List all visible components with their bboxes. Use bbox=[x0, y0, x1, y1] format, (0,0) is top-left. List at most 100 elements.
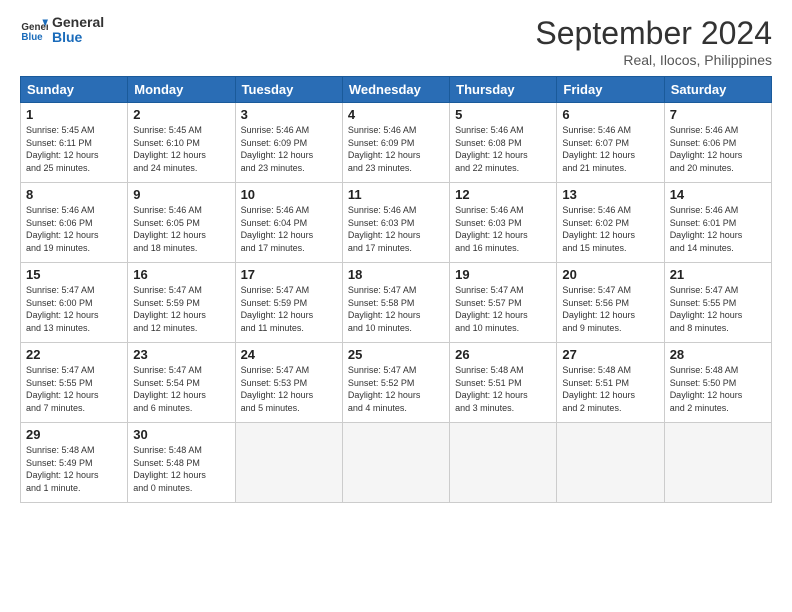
day-info: Sunrise: 5:46 AM Sunset: 6:03 PM Dayligh… bbox=[455, 204, 551, 254]
calendar-day-cell: 4 Sunrise: 5:46 AM Sunset: 6:09 PM Daylig… bbox=[342, 103, 449, 183]
calendar-day-cell: 20 Sunrise: 5:47 AM Sunset: 5:56 PM Dayli… bbox=[557, 263, 664, 343]
logo-icon: General Blue bbox=[20, 16, 48, 44]
calendar-day-cell: 22 Sunrise: 5:47 AM Sunset: 5:55 PM Dayli… bbox=[21, 343, 128, 423]
logo-general: General bbox=[52, 15, 104, 30]
day-number: 17 bbox=[241, 267, 337, 282]
calendar-day-cell: 28 Sunrise: 5:48 AM Sunset: 5:50 PM Dayli… bbox=[664, 343, 771, 423]
calendar-day-cell: 29Sunrise: 5:48 AM Sunset: 5:49 PM Dayli… bbox=[21, 423, 128, 503]
calendar-day-cell: 11 Sunrise: 5:46 AM Sunset: 6:03 PM Dayli… bbox=[342, 183, 449, 263]
day-info: Sunrise: 5:47 AM Sunset: 5:58 PM Dayligh… bbox=[348, 284, 444, 334]
day-info: Sunrise: 5:46 AM Sunset: 6:05 PM Dayligh… bbox=[133, 204, 229, 254]
calendar-day-cell bbox=[664, 423, 771, 503]
subtitle: Real, Ilocos, Philippines bbox=[535, 52, 772, 68]
day-number: 1 bbox=[26, 107, 122, 122]
day-number: 28 bbox=[670, 347, 766, 362]
day-number: 2 bbox=[133, 107, 229, 122]
day-number: 20 bbox=[562, 267, 658, 282]
day-number: 14 bbox=[670, 187, 766, 202]
day-number: 19 bbox=[455, 267, 551, 282]
day-number: 10 bbox=[241, 187, 337, 202]
day-info: Sunrise: 5:46 AM Sunset: 6:03 PM Dayligh… bbox=[348, 204, 444, 254]
weekday-header: Sunday bbox=[21, 77, 128, 103]
calendar-week-row: 22 Sunrise: 5:47 AM Sunset: 5:55 PM Dayli… bbox=[21, 343, 772, 423]
calendar-day-cell: 19 Sunrise: 5:47 AM Sunset: 5:57 PM Dayli… bbox=[450, 263, 557, 343]
logo-blue: Blue bbox=[52, 30, 104, 45]
day-number: 24 bbox=[241, 347, 337, 362]
day-number: 4 bbox=[348, 107, 444, 122]
calendar-day-cell: 21 Sunrise: 5:47 AM Sunset: 5:55 PM Dayli… bbox=[664, 263, 771, 343]
day-info: Sunrise: 5:47 AM Sunset: 5:54 PM Dayligh… bbox=[133, 364, 229, 414]
weekday-header: Monday bbox=[128, 77, 235, 103]
calendar-day-cell: 27 Sunrise: 5:48 AM Sunset: 5:51 PM Dayli… bbox=[557, 343, 664, 423]
calendar-day-cell: 23 Sunrise: 5:47 AM Sunset: 5:54 PM Dayli… bbox=[128, 343, 235, 423]
title-section: September 2024 Real, Ilocos, Philippines bbox=[535, 15, 772, 68]
calendar-day-cell bbox=[342, 423, 449, 503]
weekday-header: Thursday bbox=[450, 77, 557, 103]
day-number: 11 bbox=[348, 187, 444, 202]
day-info: Sunrise: 5:46 AM Sunset: 6:06 PM Dayligh… bbox=[670, 124, 766, 174]
day-info: Sunrise: 5:46 AM Sunset: 6:06 PM Dayligh… bbox=[26, 204, 122, 254]
calendar-day-cell: 5 Sunrise: 5:46 AM Sunset: 6:08 PM Daylig… bbox=[450, 103, 557, 183]
day-info: Sunrise: 5:47 AM Sunset: 5:53 PM Dayligh… bbox=[241, 364, 337, 414]
calendar-day-cell: 17 Sunrise: 5:47 AM Sunset: 5:59 PM Dayli… bbox=[235, 263, 342, 343]
day-info: Sunrise: 5:46 AM Sunset: 6:04 PM Dayligh… bbox=[241, 204, 337, 254]
day-number: 18 bbox=[348, 267, 444, 282]
day-info: Sunrise: 5:46 AM Sunset: 6:09 PM Dayligh… bbox=[348, 124, 444, 174]
day-info: Sunrise: 5:45 AM Sunset: 6:10 PM Dayligh… bbox=[133, 124, 229, 174]
day-info: Sunrise: 5:46 AM Sunset: 6:01 PM Dayligh… bbox=[670, 204, 766, 254]
calendar-day-cell: 1Sunrise: 5:45 AM Sunset: 6:11 PM Daylig… bbox=[21, 103, 128, 183]
day-info: Sunrise: 5:48 AM Sunset: 5:48 PM Dayligh… bbox=[133, 444, 229, 494]
calendar-day-cell: 30 Sunrise: 5:48 AM Sunset: 5:48 PM Dayli… bbox=[128, 423, 235, 503]
day-info: Sunrise: 5:48 AM Sunset: 5:49 PM Dayligh… bbox=[26, 444, 122, 494]
day-number: 25 bbox=[348, 347, 444, 362]
svg-text:Blue: Blue bbox=[21, 32, 43, 43]
day-info: Sunrise: 5:46 AM Sunset: 6:02 PM Dayligh… bbox=[562, 204, 658, 254]
day-number: 6 bbox=[562, 107, 658, 122]
calendar-day-cell bbox=[450, 423, 557, 503]
weekday-header: Wednesday bbox=[342, 77, 449, 103]
day-number: 21 bbox=[670, 267, 766, 282]
calendar-day-cell: 12Sunrise: 5:46 AM Sunset: 6:03 PM Dayli… bbox=[450, 183, 557, 263]
day-number: 30 bbox=[133, 427, 229, 442]
day-number: 9 bbox=[133, 187, 229, 202]
calendar-day-cell: 6 Sunrise: 5:46 AM Sunset: 6:07 PM Daylig… bbox=[557, 103, 664, 183]
calendar-day-cell: 3Sunrise: 5:46 AM Sunset: 6:09 PM Daylig… bbox=[235, 103, 342, 183]
calendar-day-cell: 26Sunrise: 5:48 AM Sunset: 5:51 PM Dayli… bbox=[450, 343, 557, 423]
day-info: Sunrise: 5:47 AM Sunset: 5:52 PM Dayligh… bbox=[348, 364, 444, 414]
logo: General Blue General Blue bbox=[20, 15, 104, 46]
day-info: Sunrise: 5:47 AM Sunset: 5:55 PM Dayligh… bbox=[670, 284, 766, 334]
day-number: 22 bbox=[26, 347, 122, 362]
day-info: Sunrise: 5:46 AM Sunset: 6:08 PM Dayligh… bbox=[455, 124, 551, 174]
day-number: 15 bbox=[26, 267, 122, 282]
day-number: 26 bbox=[455, 347, 551, 362]
calendar-week-row: 29Sunrise: 5:48 AM Sunset: 5:49 PM Dayli… bbox=[21, 423, 772, 503]
day-number: 8 bbox=[26, 187, 122, 202]
calendar-week-row: 15 Sunrise: 5:47 AM Sunset: 6:00 PM Dayli… bbox=[21, 263, 772, 343]
calendar-day-cell: 25 Sunrise: 5:47 AM Sunset: 5:52 PM Dayli… bbox=[342, 343, 449, 423]
day-info: Sunrise: 5:47 AM Sunset: 5:56 PM Dayligh… bbox=[562, 284, 658, 334]
calendar-day-cell: 18 Sunrise: 5:47 AM Sunset: 5:58 PM Dayli… bbox=[342, 263, 449, 343]
calendar-day-cell: 9 Sunrise: 5:46 AM Sunset: 6:05 PM Daylig… bbox=[128, 183, 235, 263]
calendar-table: SundayMondayTuesdayWednesdayThursdayFrid… bbox=[20, 76, 772, 503]
day-info: Sunrise: 5:47 AM Sunset: 5:57 PM Dayligh… bbox=[455, 284, 551, 334]
day-number: 13 bbox=[562, 187, 658, 202]
day-number: 3 bbox=[241, 107, 337, 122]
calendar-day-cell: 14 Sunrise: 5:46 AM Sunset: 6:01 PM Dayli… bbox=[664, 183, 771, 263]
day-info: Sunrise: 5:46 AM Sunset: 6:07 PM Dayligh… bbox=[562, 124, 658, 174]
day-info: Sunrise: 5:47 AM Sunset: 5:59 PM Dayligh… bbox=[241, 284, 337, 334]
day-info: Sunrise: 5:48 AM Sunset: 5:51 PM Dayligh… bbox=[562, 364, 658, 414]
calendar-day-cell: 8 Sunrise: 5:46 AM Sunset: 6:06 PM Daylig… bbox=[21, 183, 128, 263]
day-info: Sunrise: 5:47 AM Sunset: 6:00 PM Dayligh… bbox=[26, 284, 122, 334]
calendar-page: General Blue General Blue September 2024… bbox=[0, 0, 792, 612]
calendar-day-cell: 10 Sunrise: 5:46 AM Sunset: 6:04 PM Dayli… bbox=[235, 183, 342, 263]
day-number: 16 bbox=[133, 267, 229, 282]
day-info: Sunrise: 5:47 AM Sunset: 5:55 PM Dayligh… bbox=[26, 364, 122, 414]
calendar-day-cell: 16Sunrise: 5:47 AM Sunset: 5:59 PM Dayli… bbox=[128, 263, 235, 343]
day-info: Sunrise: 5:48 AM Sunset: 5:50 PM Dayligh… bbox=[670, 364, 766, 414]
calendar-body: 1Sunrise: 5:45 AM Sunset: 6:11 PM Daylig… bbox=[21, 103, 772, 503]
day-number: 27 bbox=[562, 347, 658, 362]
header: General Blue General Blue September 2024… bbox=[20, 15, 772, 68]
day-number: 23 bbox=[133, 347, 229, 362]
day-number: 5 bbox=[455, 107, 551, 122]
calendar-day-cell: 7Sunrise: 5:46 AM Sunset: 6:06 PM Daylig… bbox=[664, 103, 771, 183]
